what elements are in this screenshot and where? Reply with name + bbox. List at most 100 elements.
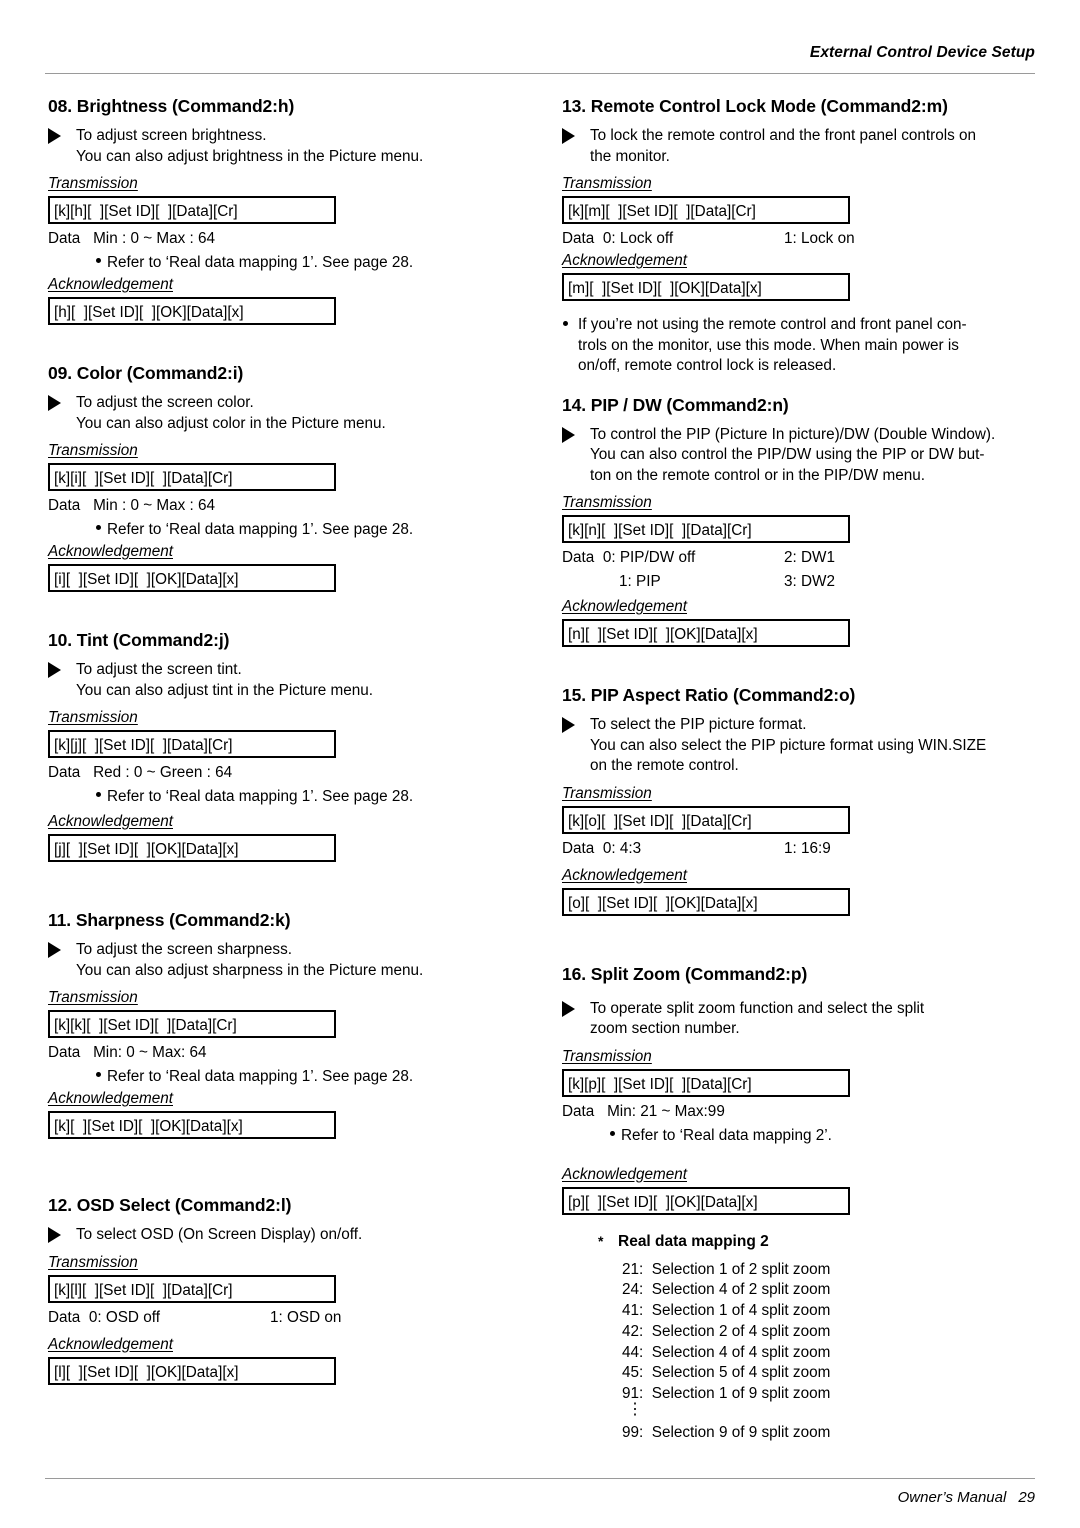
note-line: If you’re not using the remote control a… — [578, 316, 967, 333]
description-line: You can also adjust brightness in the Pi… — [76, 147, 424, 165]
acknowledgement-command-box: [l][ ][Set ID][ ][OK][Data][x] — [48, 1356, 336, 1385]
section-description: To control the PIP (Picture In picture)/… — [562, 425, 1032, 487]
acknowledgement-command-box: [k][ ][Set ID][ ][OK][Data][x] — [48, 1111, 336, 1139]
acknowledgement-label: Acknowledgement — [562, 598, 687, 615]
data-value: Red : 0 ~ Green : 64 — [93, 764, 233, 781]
data-label: Data — [48, 230, 81, 247]
section-14-pip-dw: 14. PIP / DW (Command2:n) To control the… — [562, 395, 1032, 647]
section-description: To adjust the screen tint. You can also … — [48, 660, 518, 701]
section-13-remote-control-lock-mode: 13. Remote Control Lock Mode (Command2:m… — [562, 96, 1032, 377]
transmission-command-box: [k][m][ ][Set ID][ ][Data][Cr] — [562, 196, 850, 224]
acknowledgement-command-box: [o][ ][Set ID][ ][OK][Data][x] — [562, 887, 850, 916]
triangle-bullet-icon — [48, 942, 61, 958]
reference-note-text: Refer to ‘Real data mapping 1’. See page… — [107, 788, 414, 805]
list-item: 91: Selection 1 of 9 split zoom — [622, 1385, 831, 1403]
data-value-1: 0: 4:3 — [602, 839, 642, 857]
transmission-command-box: [k][o][ ][Set ID][ ][Data][Cr] — [562, 805, 850, 834]
data-line-secondary: 1: PIP 3: DW2 — [562, 571, 1032, 592]
data-label: Data — [48, 1044, 81, 1061]
data-value-2: 1: OSD on — [270, 1308, 342, 1326]
description-line: To select the PIP picture format. — [590, 716, 807, 733]
description-line: To operate split zoom function and selec… — [590, 999, 925, 1017]
section-title: 08. Brightness (Command2:h) — [48, 96, 295, 116]
reference-note: Refer to ‘Real data mapping 1’. See page… — [48, 519, 518, 540]
transmission-label: Transmission — [562, 494, 652, 511]
triangle-bullet-icon — [562, 1000, 575, 1017]
data-label: Data — [562, 230, 595, 247]
transmission-command-box: [k][l][ ][Set ID][ ][Data][Cr] — [48, 1274, 336, 1303]
description-line: To control the PIP (Picture In picture)/… — [590, 425, 996, 443]
triangle-bullet-icon — [562, 717, 575, 733]
acknowledgement-label: Acknowledgement — [562, 1165, 687, 1183]
list-item: 42: Selection 2 of 4 split zoom — [622, 1322, 831, 1340]
transmission-label: Transmission — [48, 1253, 138, 1271]
running-header: External Control Device Setup — [809, 44, 1035, 61]
data-value-4: 3: DW2 — [784, 573, 835, 590]
acknowledgement-label: Acknowledgement — [562, 252, 687, 269]
transmission-command-box: [k][k][ ][Set ID][ ][Data][Cr] — [48, 1010, 336, 1038]
triangle-bullet-icon — [48, 395, 61, 411]
acknowledgement-command-box: [j][ ][Set ID][ ][OK][Data][x] — [48, 834, 336, 862]
bullet-dot-icon — [563, 321, 568, 326]
section-title: 09. Color (Command2:i) — [48, 363, 244, 383]
transmission-command-box: [k][h][ ][Set ID][ ][Data][Cr] — [48, 196, 336, 224]
data-value-1: 0: PIP/DW off — [602, 549, 696, 566]
real-data-mapping-2-list: 21: Selection 1 of 2 split zoom 24: Sele… — [598, 1260, 1032, 1444]
list-item: 99: Selection 9 of 9 split zoom — [622, 1424, 831, 1442]
real-data-mapping-2-title-row: * Real data mapping 2 — [598, 1233, 1032, 1251]
description-line: To adjust the screen tint. — [76, 661, 242, 678]
data-label: Data — [48, 497, 81, 514]
data-label: Data — [562, 1102, 595, 1120]
description-line: You can also select the PIP picture form… — [590, 736, 987, 754]
description-line: ton on the remote control or in the PIP/… — [590, 466, 925, 484]
section-15-pip-aspect-ratio: 15. PIP Aspect Ratio (Command2:o) To sel… — [562, 685, 1032, 916]
data-line: Data 0: OSD off 1: OSD on — [48, 1307, 518, 1328]
data-value-2: 2: DW1 — [784, 549, 835, 566]
data-label: Data — [48, 764, 81, 781]
page-footer: Owner’s Manual 29 — [45, 1489, 1035, 1506]
section-title: 15. PIP Aspect Ratio (Command2:o) — [562, 685, 856, 705]
reference-note-text: Refer to ‘Real data mapping 1’. See page… — [107, 521, 414, 538]
data-label: Data — [562, 839, 595, 857]
description-line: You can also adjust sharpness in the Pic… — [76, 961, 424, 979]
note-line: on/off, remote control lock is released. — [578, 357, 837, 374]
section-10-tint: 10. Tint (Command2:j) To adjust the scre… — [48, 630, 518, 862]
reference-note: Refer to ‘Real data mapping 1’. See page… — [48, 252, 518, 273]
data-line: Data Min: 21 ~ Max:99 — [562, 1101, 1032, 1122]
description-line: You can also control the PIP/DW using th… — [590, 446, 985, 463]
data-value-3: 1: PIP — [619, 573, 661, 590]
manual-page: External Control Device Setup 08. Bright… — [0, 0, 1080, 1528]
bullet-dot-icon — [96, 525, 101, 530]
triangle-bullet-icon — [48, 128, 61, 144]
acknowledgement-command-box: [h][ ][Set ID][ ][OK][Data][x] — [48, 297, 336, 325]
section-title: 16. Split Zoom (Command2:p) — [562, 963, 808, 984]
triangle-bullet-icon — [562, 426, 575, 443]
description-line: To adjust the screen sharpness. — [76, 941, 292, 958]
description-line: You can also adjust tint in the Picture … — [76, 681, 374, 699]
data-value-1: 0: Lock off — [602, 230, 674, 247]
data-line: Data Red : 0 ~ Green : 64 — [48, 762, 518, 783]
data-value-1: 0: OSD off — [88, 1308, 160, 1326]
acknowledgement-command-box: [p][ ][Set ID][ ][OK][Data][x] — [562, 1186, 850, 1215]
transmission-label: Transmission — [562, 175, 652, 192]
section-16-split-zoom: 16. Split Zoom (Command2:p) To operate s… — [562, 964, 1032, 1215]
footer-rule — [45, 1478, 1035, 1479]
transmission-label: Transmission — [562, 784, 652, 802]
section-description: To select the PIP picture format. You ca… — [562, 715, 1032, 777]
section-description: To adjust the screen sharpness. You can … — [48, 940, 518, 981]
triangle-bullet-icon — [48, 662, 61, 678]
acknowledgement-label: Acknowledgement — [48, 813, 173, 830]
section-description: To adjust the screen color. You can also… — [48, 393, 518, 434]
data-line: Data 0: 4:3 1: 16:9 — [562, 838, 1032, 859]
note-line: trols on the monitor, use this mode. Whe… — [578, 336, 959, 354]
reference-note: Refer to ‘Real data mapping 1’. See page… — [48, 1066, 518, 1087]
manual-label: Owner’s Manual — [897, 1489, 1007, 1506]
data-line: Data 0: Lock off 1: Lock on — [562, 228, 1032, 249]
bullet-dot-icon — [96, 792, 101, 797]
section-11-sharpness: 11. Sharpness (Command2:k) To adjust the… — [48, 910, 518, 1139]
description-line: To adjust the screen color. — [76, 394, 254, 411]
section-title: 13. Remote Control Lock Mode (Command2:m… — [562, 96, 948, 116]
